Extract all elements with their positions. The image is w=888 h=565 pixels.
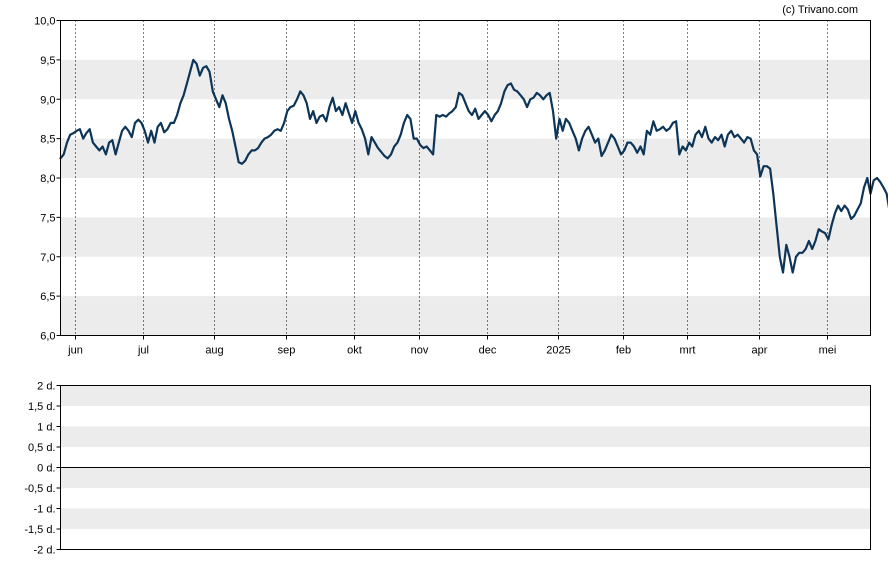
x-tick-label: aug	[205, 345, 223, 357]
y-tick-label: 8,0	[40, 173, 55, 185]
y-tick-label: 6,5	[40, 291, 55, 303]
indicator-chart-y-axis: 2 d. 1,5 d. 1 d. 0,5 d. 0 d. -0,5 d. -1 d. -1,5…	[24, 381, 61, 557]
price-chart-x-axis: jun jul aug sep okt nov dec 2025 feb mrt apr mei	[67, 335, 837, 357]
indicator-y-tick-label: -2 d.	[33, 545, 55, 557]
price-band	[60, 138, 871, 178]
x-tick-label: okt	[347, 345, 362, 357]
x-tick-label: jul	[137, 345, 149, 357]
indicator-y-tick-label: -1,5 d.	[24, 524, 55, 536]
x-tick-label: feb	[616, 345, 631, 357]
y-tick-label: 7,0	[40, 252, 55, 264]
indicator-chart-bands	[60, 385, 871, 529]
x-tick-label: dec	[479, 345, 497, 357]
copyright-text: (c) Trivano.com	[782, 4, 858, 16]
indicator-y-tick-label: 1,5 d.	[28, 401, 56, 413]
y-tick-label: 7,5	[40, 212, 55, 224]
price-band	[60, 296, 871, 336]
x-tick-label: mei	[819, 345, 837, 357]
indicator-y-tick-label: 0,5 d.	[28, 442, 56, 454]
indicator-y-tick-label: -0,5 d.	[24, 483, 55, 495]
price-chart-y-axis: 10,0 9,5 9,0 8,5 8,0 7,5 7,0 6,5 6,0	[34, 16, 61, 343]
price-chart: 10,0 9,5 9,0 8,5 8,0 7,5 7,0 6,5 6,0 jun jul aug se…	[34, 16, 888, 357]
y-tick-label: 8,5	[40, 134, 55, 146]
chart-canvas: (c) Trivano.com 10,0 9,5 9,0 8,5 8,0 7,5 7,0 6,…	[24, 4, 888, 557]
x-tick-label: nov	[411, 345, 429, 357]
indicator-band	[60, 508, 871, 529]
indicator-chart: 2 d. 1,5 d. 1 d. 0,5 d. 0 d. -0,5 d. -1 d. -1,5…	[24, 381, 871, 557]
x-tick-label: sep	[278, 345, 296, 357]
x-tick-label: 2025	[546, 345, 570, 357]
indicator-y-tick-label: 2 d.	[37, 381, 55, 393]
y-tick-label: 6,0	[40, 331, 55, 343]
indicator-y-tick-label: 0 d.	[37, 463, 55, 475]
indicator-band	[60, 385, 871, 406]
price-band	[60, 59, 871, 100]
y-tick-label: 10,0	[34, 16, 55, 28]
indicator-band	[60, 467, 871, 488]
price-band	[60, 217, 871, 257]
y-tick-label: 9,5	[40, 55, 55, 67]
x-tick-label: jun	[67, 345, 83, 357]
indicator-y-tick-label: 1 d.	[37, 422, 55, 434]
y-tick-label: 9,0	[40, 94, 55, 106]
x-tick-label: mrt	[680, 345, 696, 357]
indicator-band	[60, 426, 871, 447]
indicator-y-tick-label: -1 d.	[33, 504, 55, 516]
x-tick-label: apr	[752, 345, 768, 357]
